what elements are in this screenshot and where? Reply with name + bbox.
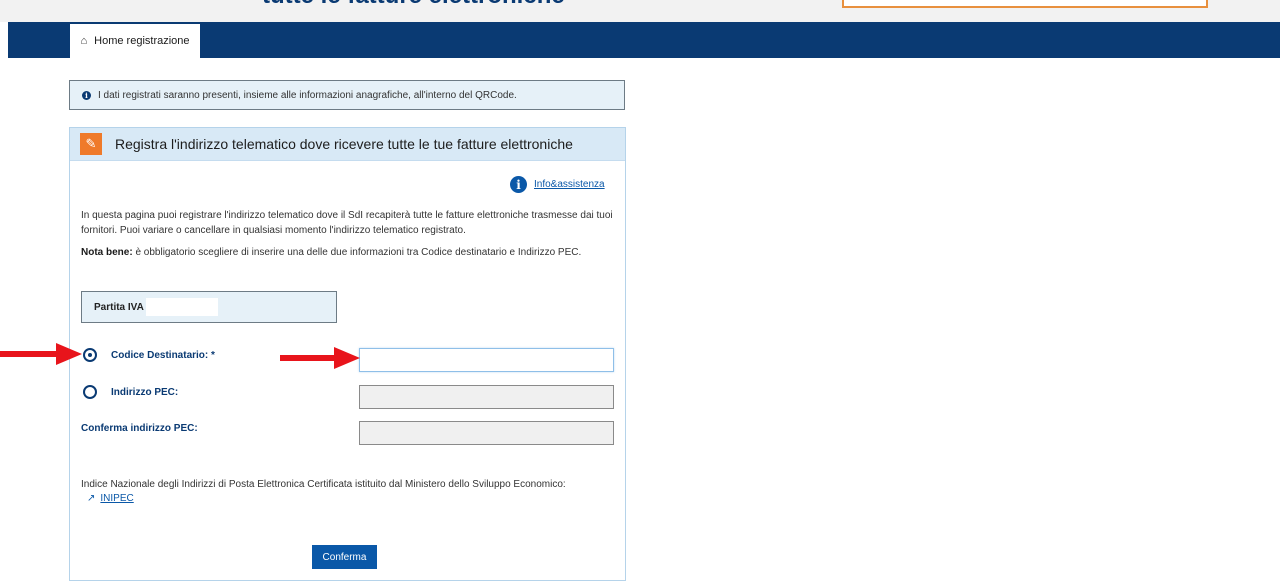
nota-bene-text: è obbligatorio scegliere di inserire una…: [132, 247, 582, 258]
partita-iva-label: Partita IVA: [94, 301, 144, 313]
annotation-arrow-left: [0, 343, 82, 365]
nota-bene-label: Nota bene:: [81, 247, 133, 258]
info-banner: i I dati registrati saranno presenti, in…: [69, 80, 625, 110]
tab-home-registrazione[interactable]: ⌂ Home registrazione: [70, 24, 200, 58]
partita-iva-redacted: [145, 298, 218, 316]
tab-label: Home registrazione: [94, 35, 190, 47]
page-description: In questa pagina puoi registrare l'indir…: [81, 210, 613, 236]
nota-bene: Nota bene: è obbligatorio scegliere di i…: [81, 247, 617, 258]
panel-header: ✎ Registra l'indirizzo telematico dove r…: [70, 128, 625, 161]
inipec-link-label: INIPEC: [100, 493, 134, 504]
radio-codice-destinatario[interactable]: [83, 348, 97, 362]
conferma-pec-input[interactable]: [359, 421, 614, 445]
info-assistenza-link[interactable]: i Info&assistenza: [510, 176, 605, 193]
home-icon: ⌂: [80, 35, 88, 47]
nav-bar: ⌂ Home registrazione: [8, 22, 1280, 58]
indirizzo-pec-input[interactable]: [359, 385, 614, 409]
codice-destinatario-input[interactable]: [359, 348, 614, 372]
inipec-description: Indice Nazionale degli Indirizzi di Post…: [81, 479, 566, 490]
info-icon: i: [82, 90, 91, 100]
external-link-icon: ↗: [87, 493, 96, 504]
inipec-link[interactable]: ↗ INIPEC: [87, 493, 134, 504]
info-circle-icon: i: [510, 176, 527, 193]
codice-destinatario-label: Codice Destinatario: *: [111, 350, 215, 361]
help-link-label: Info&assistenza: [534, 179, 605, 190]
conferma-button[interactable]: Conferma: [312, 545, 377, 569]
radio-indirizzo-pec[interactable]: [83, 385, 97, 399]
info-banner-text: I dati registrati saranno presenti, insi…: [98, 89, 517, 101]
annotation-arrow-middle: [280, 347, 360, 369]
indirizzo-pec-label: Indirizzo PEC:: [111, 387, 179, 398]
conferma-pec-label: Conferma indirizzo PEC:: [81, 423, 198, 434]
header-search-box[interactable]: [842, 0, 1208, 8]
pencil-icon: ✎: [80, 133, 102, 155]
top-header-strip: tutte le fatture elettroniche: [0, 0, 1280, 22]
page-header-title: tutte le fatture elettroniche: [262, 0, 565, 10]
panel-title: Registra l'indirizzo telematico dove ric…: [115, 136, 573, 152]
partita-iva-box: Partita IVA: [81, 291, 337, 323]
